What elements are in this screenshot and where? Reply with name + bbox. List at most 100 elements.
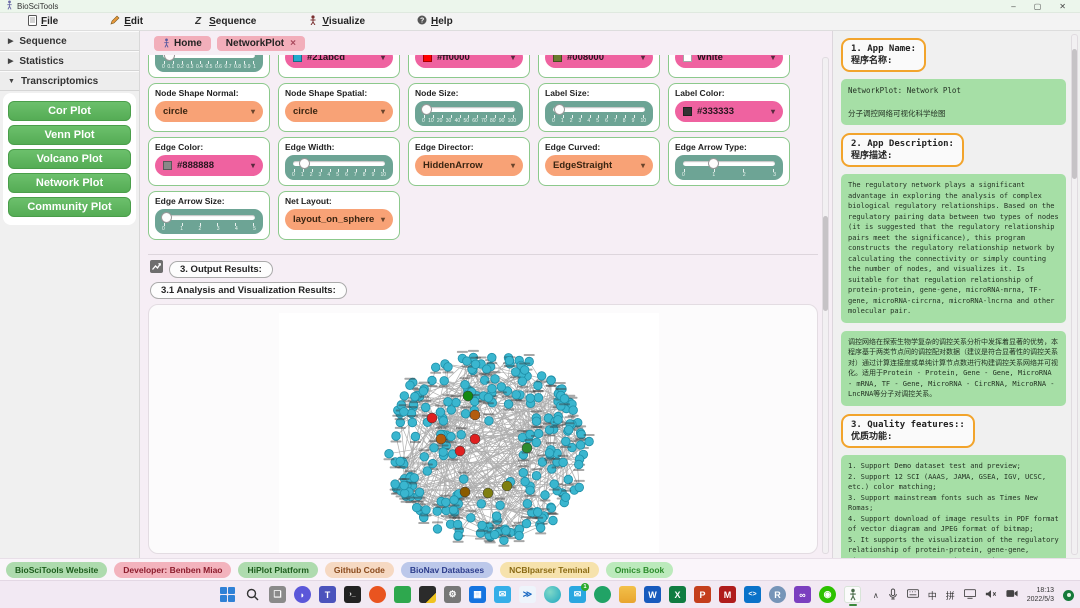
slider-track[interactable] [160,211,255,223]
sidebar-button-cor-plot[interactable]: Cor Plot [8,101,131,121]
menu-item-visualize[interactable]: Visualize [308,15,365,28]
footer-link-bioscitools-website[interactable]: BioSciTools Website [6,561,108,578]
green-circle-app-icon[interactable] [594,586,611,603]
microphone-icon[interactable] [888,588,898,603]
tab-home[interactable]: Home [154,35,211,51]
sidebar-button-venn-plot[interactable]: Venn Plot [8,125,131,145]
sidebar-button-community-plot[interactable]: Community Plot [8,197,131,217]
visual-studio-icon[interactable]: ∞ [794,586,811,603]
edge-color-select[interactable]: #888888 ▾ [155,155,263,176]
21abcd-select[interactable]: #21abcd ▾ [285,55,393,68]
menu-item-help[interactable]: ? Help [417,15,453,28]
node-shape-normal-select[interactable]: circle ▾ [155,101,263,122]
globe-icon[interactable] [544,586,561,603]
footer-link-bionav-databases[interactable]: BioNav Databases [400,561,494,578]
footer-link-hiplot-platform[interactable]: HiPlot Platform [238,561,318,578]
slider-tick-labels: 0123 [682,172,776,178]
maximize-button[interactable]: ▢ [1034,2,1042,11]
edge-arrow-type-slider[interactable]: 0123 [675,155,783,180]
teams-icon[interactable]: T [319,586,336,603]
slider-handle[interactable] [554,103,566,115]
info-scrollbar[interactable] [1071,34,1078,555]
sidebar-section-sequence[interactable]: ▶ Sequence [0,31,139,51]
slider-track[interactable] [163,55,255,61]
tab-networkplot[interactable]: NetworkPlot × [216,35,305,51]
start-icon[interactable] [219,586,236,603]
sidebar-section-transcriptomics[interactable]: ▼ Transcriptomics [0,71,139,91]
keyboard-icon[interactable] [906,589,919,601]
tab-close-icon[interactable]: × [290,38,296,49]
card-edge-director: Edge Director: HiddenArrow ▾ [408,137,530,186]
green-app-icon[interactable] [394,586,411,603]
settings-gear-icon[interactable]: ⚙ [444,586,461,603]
chat-icon[interactable]: ◗ [294,586,311,603]
excel-icon[interactable]: X [669,586,686,603]
menu-item-edit[interactable]: Edit [110,15,143,28]
close-button[interactable]: ✕ [1059,2,1066,11]
sidebar-section-statistics[interactable]: ▶ Statistics [0,51,139,71]
vscode-icon[interactable]: <> [744,586,761,603]
sidebar-button-network-plot[interactable]: Network Plot [8,173,131,193]
ubuntu-icon[interactable] [369,586,386,603]
008000-select[interactable]: #008000 ▾ [545,55,653,68]
menu-item-sequence[interactable]: Z Sequence [194,15,256,28]
camera-device-icon[interactable] [1006,589,1018,601]
slider-handle[interactable] [299,157,311,169]
footer-link-github-code[interactable]: Github Code [324,561,394,578]
chart-result-icon[interactable] [150,260,163,278]
speaker-muted-icon[interactable] [985,589,997,602]
footer-link-omics-book[interactable]: Omics Book [605,561,674,578]
slider-track[interactable] [420,103,515,115]
main-scrollbar-thumb[interactable] [823,216,828,311]
node-size-slider[interactable]: 0 10 20 30 40 50 60 70 80 90 100 [415,101,523,126]
slider-track[interactable] [293,157,385,169]
store-icon[interactable]: ▦ [469,586,486,603]
r-icon[interactable]: R [769,586,786,603]
node-shape-spatial-select[interactable]: circle ▾ [285,101,393,122]
edge-width-slider[interactable]: 0 1 2 3 4 5 6 7 8 9 10 [285,155,393,180]
edge-curved-select[interactable]: EdgeStraight ▾ [545,155,653,176]
slider-handle[interactable] [160,211,172,223]
tray-chevron-icon[interactable]: ∧ [873,591,879,600]
slider-track[interactable] [683,157,775,169]
net-layout-select[interactable]: layout_on_sphere ▾ [285,209,393,230]
footer-link-developer-benben-miao[interactable]: Developer: Benben Miao [114,561,232,578]
slider-handle[interactable] [708,157,720,169]
label-size-slider[interactable]: 0 1 2 3 4 5 6 7 8 9 10 [545,101,653,126]
mail-unread-icon[interactable]: ✉ 1 [569,583,589,603]
main-scrollbar[interactable] [822,57,829,554]
notification-badge-icon[interactable] [1063,589,1074,601]
taskbar-clock[interactable]: 18:13 2022/5/3 [1027,586,1054,604]
network-plot-canvas[interactable] [279,313,659,553]
powerpoint-icon[interactable]: P [694,586,711,603]
power-automate-icon[interactable]: ≫ [519,586,536,603]
file-explorer-icon[interactable] [619,586,636,603]
sidebar-button-volcano-plot[interactable]: Volcano Plot [8,149,131,169]
cast-screen-icon[interactable] [963,588,976,602]
slider-track[interactable] [553,103,645,115]
ff0000-select[interactable]: #ff0000 ▾ [415,55,523,68]
ime-pinyin-indicator[interactable]: 拼 [946,589,955,602]
ime-lang-indicator[interactable]: 中 [928,589,937,602]
minimize-button[interactable]: – [1011,2,1015,11]
footer-link-ncbiparser-teminal[interactable]: NCBIparser Teminal [500,561,599,578]
taskbar: ❏ ◗ T ›_ ⚙ ▦ ✉ ≫ ✉ 1 W X P M <> R ∞ ◉ ∧ 中 拼 18:13 2022/5/… [0,580,1080,608]
bioscitools-app-icon[interactable] [844,586,861,606]
matlab-icon[interactable]: M [719,586,736,603]
task-view-icon[interactable]: ❏ [269,586,286,603]
wechat-icon[interactable]: ◉ [819,586,836,603]
info-scrollbar-thumb[interactable] [1072,49,1077,179]
terminal-icon[interactable]: ›_ [344,586,361,603]
white-select[interactable]: White ▾ [675,55,783,68]
control-slider[interactable]: 0 0.1 0.2 0.3 0.4 0.5 0.6 0.7 0.8 0.9 1 [155,55,263,72]
edge-arrow-size-slider[interactable]: 012345 [155,209,263,234]
menu-item-file[interactable]: File [28,14,58,29]
edge-director-select[interactable]: HiddenArrow ▾ [415,155,523,176]
slider-handle[interactable] [163,55,175,61]
mail-icon[interactable]: ✉ [494,586,511,603]
search-icon[interactable] [244,586,261,603]
word-icon[interactable]: W [644,586,661,603]
label-color-select[interactable]: #333333 ▾ [675,101,783,122]
slider-handle[interactable] [420,103,432,115]
notepad-icon[interactable] [419,586,436,603]
